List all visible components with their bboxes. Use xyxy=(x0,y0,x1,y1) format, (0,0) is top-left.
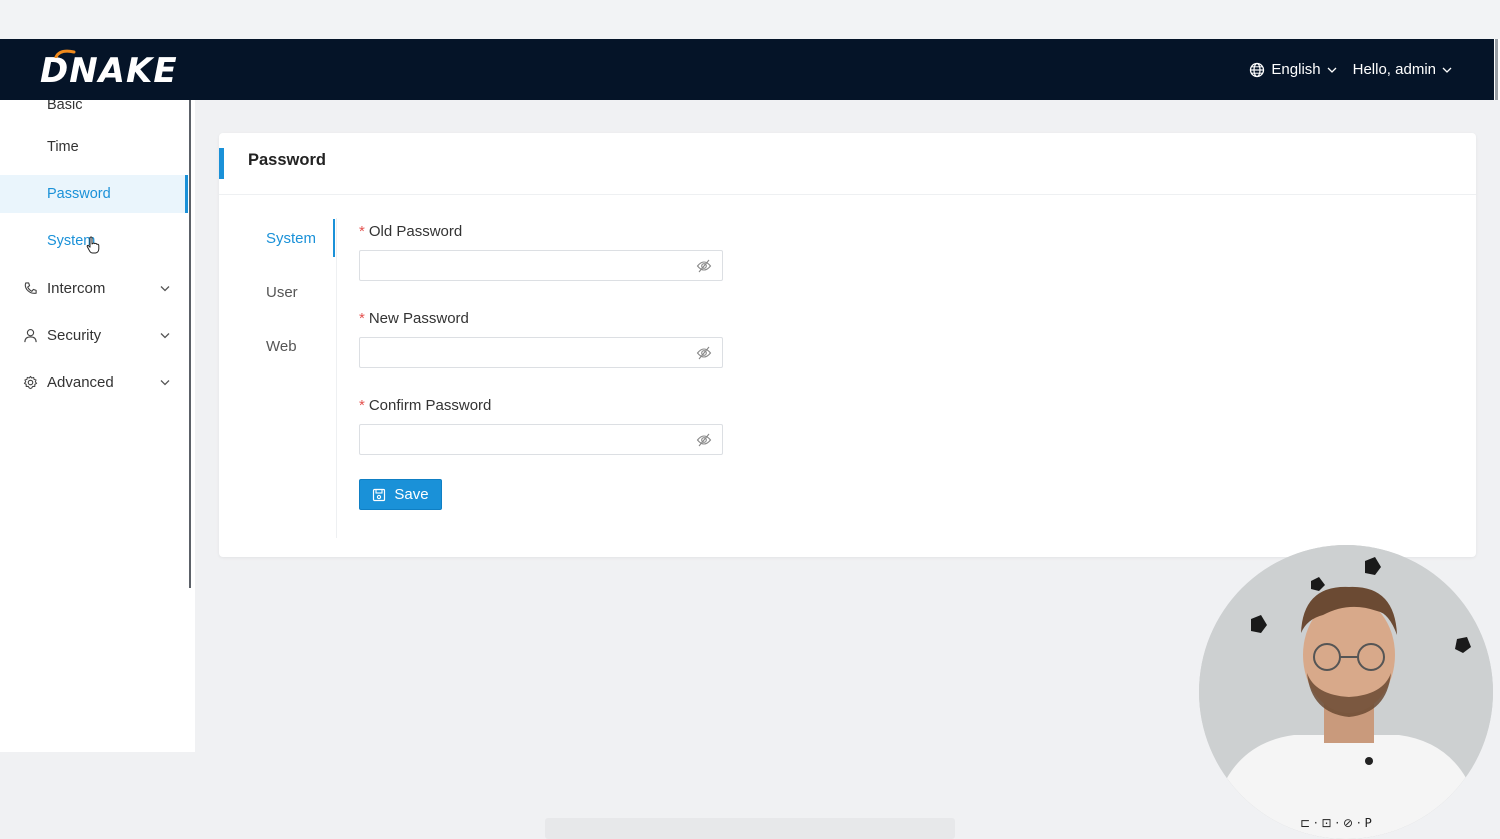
save-label: Save xyxy=(394,486,429,503)
tab-system[interactable]: System xyxy=(266,230,316,247)
password-tabs xyxy=(219,218,337,538)
confirm-password-field[interactable] xyxy=(359,424,723,456)
chevron-down-icon xyxy=(160,285,170,291)
tab-user[interactable]: User xyxy=(266,284,298,301)
field-label-text: Confirm Password xyxy=(368,397,492,414)
new-password-label: * New Password xyxy=(359,310,469,327)
sidebar-item-basic[interactable]: Basic xyxy=(0,100,186,124)
page-title: Password xyxy=(248,151,326,169)
eye-slash-icon[interactable] xyxy=(696,346,712,360)
top-header: DNAKE English Hello, admin xyxy=(0,39,1500,100)
sidebar-group-label: Intercom xyxy=(47,279,106,297)
sidebar: Basic Time Password System Intercom Secu… xyxy=(0,100,195,752)
page-scrollbar[interactable] xyxy=(1494,39,1500,100)
language-label: English xyxy=(1271,61,1321,78)
sidebar-group-intercom[interactable]: Intercom xyxy=(0,268,186,308)
chevron-down-icon xyxy=(1327,67,1337,73)
eye-slash-icon[interactable] xyxy=(696,433,712,447)
phone-icon xyxy=(22,280,38,296)
blurred-taskbar xyxy=(545,818,955,839)
chevron-down-icon xyxy=(1442,67,1452,73)
watermark-letter: P xyxy=(1364,816,1372,830)
chevron-down-icon xyxy=(160,332,170,338)
webcam-watermark: ⊏ · ⊡ · ⊘ · P xyxy=(1300,816,1372,830)
header-actions: English Hello, admin xyxy=(1249,39,1452,100)
old-password-label: * Old Password xyxy=(359,223,462,240)
required-mark: * xyxy=(359,310,365,327)
user-icon xyxy=(22,327,38,343)
eye-slash-icon[interactable] xyxy=(696,259,712,273)
hand-cursor-icon xyxy=(86,236,100,254)
sidebar-item-password[interactable]: Password xyxy=(0,175,188,213)
field-label-text: Old Password xyxy=(368,223,463,240)
save-button[interactable]: Save xyxy=(359,479,442,510)
password-card: Password System User Web * Old Password *… xyxy=(219,133,1476,557)
sidebar-item-label: Basic xyxy=(47,100,83,113)
save-icon xyxy=(373,488,386,501)
tab-web[interactable]: Web xyxy=(266,338,297,355)
sidebar-item-label: Password xyxy=(47,186,111,202)
sidebar-item-time[interactable]: Time xyxy=(0,128,186,166)
globe-icon xyxy=(1250,62,1265,77)
old-password-input[interactable] xyxy=(368,251,692,282)
sidebar-scrollbar[interactable] xyxy=(189,100,191,588)
sidebar-group-label: Advanced xyxy=(47,373,114,391)
confirm-password-input[interactable] xyxy=(368,425,692,456)
logo-arc-icon xyxy=(54,49,76,58)
confirm-password-label: * Confirm Password xyxy=(359,397,491,414)
gear-icon xyxy=(22,374,38,390)
title-accent-bar xyxy=(219,148,224,179)
webcam-overlay xyxy=(1199,545,1493,839)
field-label-text: New Password xyxy=(368,310,469,327)
new-password-input[interactable] xyxy=(368,338,692,369)
required-mark: * xyxy=(359,223,365,240)
sidebar-group-security[interactable]: Security xyxy=(0,315,186,355)
user-menu[interactable]: Hello, admin xyxy=(1353,61,1452,78)
sidebar-group-advanced[interactable]: Advanced xyxy=(0,362,186,402)
new-password-field[interactable] xyxy=(359,337,723,369)
presenter-video xyxy=(1199,545,1493,839)
card-header: Password xyxy=(219,133,1476,195)
required-mark: * xyxy=(359,397,365,414)
greeting-label: Hello, admin xyxy=(1352,61,1436,78)
browser-top-strip xyxy=(0,0,1500,39)
sidebar-item-label: Time xyxy=(47,139,79,155)
chevron-down-icon xyxy=(160,379,170,385)
watermark-icons: ⊏ · ⊡ · ⊘ · xyxy=(1300,816,1365,830)
old-password-field[interactable] xyxy=(359,250,723,282)
sidebar-group-label: Security xyxy=(47,326,102,344)
active-tab-indicator xyxy=(333,219,335,257)
language-selector[interactable]: English xyxy=(1249,61,1337,78)
